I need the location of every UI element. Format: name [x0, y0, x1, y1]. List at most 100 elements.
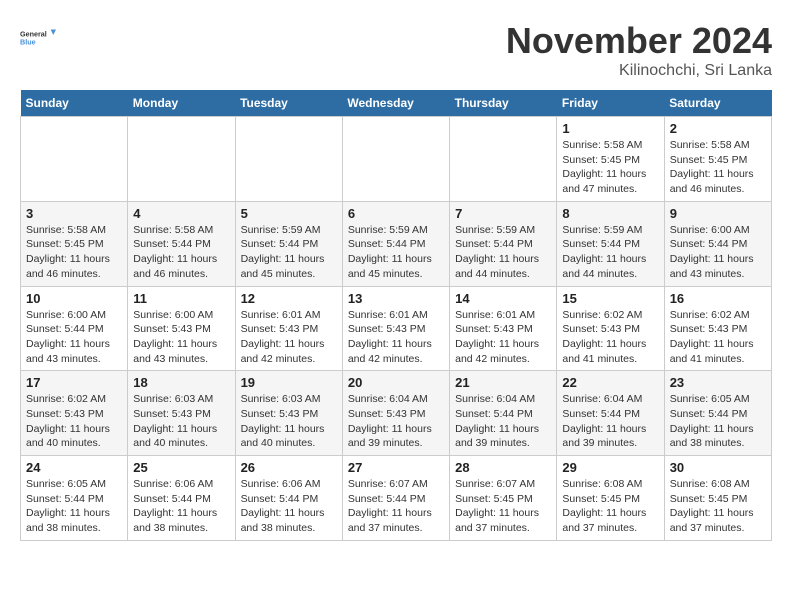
day-number: 29: [562, 460, 658, 475]
empty-cell: [235, 117, 342, 202]
week-row-2: 3 Sunrise: 5:58 AM Sunset: 5:45 PM Daylig…: [21, 201, 772, 286]
day-info: Sunrise: 6:06 AM Sunset: 5:44 PM Dayligh…: [241, 477, 337, 536]
day-number: 28: [455, 460, 551, 475]
day-number: 17: [26, 375, 122, 390]
day-number: 3: [26, 206, 122, 221]
day-info: Sunrise: 6:04 AM Sunset: 5:44 PM Dayligh…: [455, 392, 551, 451]
day-info: Sunrise: 5:59 AM Sunset: 5:44 PM Dayligh…: [241, 223, 337, 282]
day-number: 1: [562, 121, 658, 136]
day-info: Sunrise: 5:59 AM Sunset: 5:44 PM Dayligh…: [348, 223, 444, 282]
day-number: 26: [241, 460, 337, 475]
day-info: Sunrise: 6:07 AM Sunset: 5:44 PM Dayligh…: [348, 477, 444, 536]
day-number: 25: [133, 460, 229, 475]
day-info: Sunrise: 6:01 AM Sunset: 5:43 PM Dayligh…: [348, 308, 444, 367]
day-7: 7 Sunrise: 5:59 AM Sunset: 5:44 PM Daylig…: [450, 201, 557, 286]
logo-icon: General Blue: [20, 20, 56, 56]
day-number: 19: [241, 375, 337, 390]
header-tuesday: Tuesday: [235, 90, 342, 117]
day-4: 4 Sunrise: 5:58 AM Sunset: 5:44 PM Daylig…: [128, 201, 235, 286]
day-number: 4: [133, 206, 229, 221]
header-thursday: Thursday: [450, 90, 557, 117]
month-title: November 2024: [506, 20, 772, 62]
day-14: 14 Sunrise: 6:01 AM Sunset: 5:43 PM Dayli…: [450, 286, 557, 371]
day-info: Sunrise: 6:01 AM Sunset: 5:43 PM Dayligh…: [241, 308, 337, 367]
day-number: 14: [455, 291, 551, 306]
day-number: 18: [133, 375, 229, 390]
location-subtitle: Kilinochchi, Sri Lanka: [506, 62, 772, 80]
day-3: 3 Sunrise: 5:58 AM Sunset: 5:45 PM Daylig…: [21, 201, 128, 286]
day-5: 5 Sunrise: 5:59 AM Sunset: 5:44 PM Daylig…: [235, 201, 342, 286]
day-17: 17 Sunrise: 6:02 AM Sunset: 5:43 PM Dayli…: [21, 371, 128, 456]
empty-cell: [450, 117, 557, 202]
day-number: 11: [133, 291, 229, 306]
day-info: Sunrise: 5:59 AM Sunset: 5:44 PM Dayligh…: [455, 223, 551, 282]
logo: General Blue: [20, 20, 56, 56]
day-info: Sunrise: 6:00 AM Sunset: 5:43 PM Dayligh…: [133, 308, 229, 367]
day-11: 11 Sunrise: 6:00 AM Sunset: 5:43 PM Dayli…: [128, 286, 235, 371]
day-22: 22 Sunrise: 6:04 AM Sunset: 5:44 PM Dayli…: [557, 371, 664, 456]
day-number: 8: [562, 206, 658, 221]
day-number: 10: [26, 291, 122, 306]
day-number: 15: [562, 291, 658, 306]
day-info: Sunrise: 6:06 AM Sunset: 5:44 PM Dayligh…: [133, 477, 229, 536]
day-info: Sunrise: 6:02 AM Sunset: 5:43 PM Dayligh…: [26, 392, 122, 451]
day-number: 27: [348, 460, 444, 475]
day-number: 9: [670, 206, 766, 221]
day-29: 29Sunrise: 6:08 AM Sunset: 5:45 PM Dayli…: [557, 456, 664, 541]
header-friday: Friday: [557, 90, 664, 117]
day-info: Sunrise: 6:03 AM Sunset: 5:43 PM Dayligh…: [133, 392, 229, 451]
day-info: Sunrise: 5:58 AM Sunset: 5:44 PM Dayligh…: [133, 223, 229, 282]
day-number: 12: [241, 291, 337, 306]
day-27: 27 Sunrise: 6:07 AM Sunset: 5:44 PM Dayli…: [342, 456, 449, 541]
week-row-3: 10 Sunrise: 6:00 AM Sunset: 5:44 PM Dayli…: [21, 286, 772, 371]
day-info: Sunrise: 5:58 AM Sunset: 5:45 PM Dayligh…: [26, 223, 122, 282]
day-number: 22: [562, 375, 658, 390]
day-number: 23: [670, 375, 766, 390]
day-26: 26 Sunrise: 6:06 AM Sunset: 5:44 PM Dayli…: [235, 456, 342, 541]
day-info: Sunrise: 6:02 AM Sunset: 5:43 PM Dayligh…: [562, 308, 658, 367]
day-info: Sunrise: 6:04 AM Sunset: 5:43 PM Dayligh…: [348, 392, 444, 451]
empty-cell: [128, 117, 235, 202]
svg-text:General: General: [20, 30, 47, 39]
day-12: 12 Sunrise: 6:01 AM Sunset: 5:43 PM Dayli…: [235, 286, 342, 371]
day-number: 7: [455, 206, 551, 221]
day-number: 6: [348, 206, 444, 221]
day-8: 8 Sunrise: 5:59 AM Sunset: 5:44 PM Daylig…: [557, 201, 664, 286]
header-monday: Monday: [128, 90, 235, 117]
day-info: Sunrise: 6:00 AM Sunset: 5:44 PM Dayligh…: [26, 308, 122, 367]
svg-text:Blue: Blue: [20, 38, 36, 47]
title-block: November 2024 Kilinochchi, Sri Lanka: [506, 20, 772, 80]
day-21: 21Sunrise: 6:04 AM Sunset: 5:44 PM Dayli…: [450, 371, 557, 456]
header-wednesday: Wednesday: [342, 90, 449, 117]
day-1: 1 Sunrise: 5:58 AM Sunset: 5:45 PM Daylig…: [557, 117, 664, 202]
day-info: Sunrise: 6:05 AM Sunset: 5:44 PM Dayligh…: [26, 477, 122, 536]
day-19: 19 Sunrise: 6:03 AM Sunset: 5:43 PM Dayli…: [235, 371, 342, 456]
day-info: Sunrise: 5:58 AM Sunset: 5:45 PM Dayligh…: [562, 138, 658, 197]
day-9: 9 Sunrise: 6:00 AM Sunset: 5:44 PM Daylig…: [664, 201, 771, 286]
day-18: 18 Sunrise: 6:03 AM Sunset: 5:43 PM Dayli…: [128, 371, 235, 456]
day-10: 10 Sunrise: 6:00 AM Sunset: 5:44 PM Dayli…: [21, 286, 128, 371]
week-row-4: 17 Sunrise: 6:02 AM Sunset: 5:43 PM Dayli…: [21, 371, 772, 456]
week-row-1: 1 Sunrise: 5:58 AM Sunset: 5:45 PM Daylig…: [21, 117, 772, 202]
day-24: 24Sunrise: 6:05 AM Sunset: 5:44 PM Dayli…: [21, 456, 128, 541]
day-30: 30Sunrise: 6:08 AM Sunset: 5:45 PM Dayli…: [664, 456, 771, 541]
day-16: 16 Sunrise: 6:02 AM Sunset: 5:43 PM Dayli…: [664, 286, 771, 371]
day-number: 30: [670, 460, 766, 475]
day-6: 6 Sunrise: 5:59 AM Sunset: 5:44 PM Daylig…: [342, 201, 449, 286]
day-info: Sunrise: 6:05 AM Sunset: 5:44 PM Dayligh…: [670, 392, 766, 451]
day-info: Sunrise: 5:59 AM Sunset: 5:44 PM Dayligh…: [562, 223, 658, 282]
day-28: 28 Sunrise: 6:07 AM Sunset: 5:45 PM Dayli…: [450, 456, 557, 541]
day-info: Sunrise: 6:02 AM Sunset: 5:43 PM Dayligh…: [670, 308, 766, 367]
day-25: 25 Sunrise: 6:06 AM Sunset: 5:44 PM Dayli…: [128, 456, 235, 541]
week-row-5: 24Sunrise: 6:05 AM Sunset: 5:44 PM Dayli…: [21, 456, 772, 541]
day-info: Sunrise: 6:00 AM Sunset: 5:44 PM Dayligh…: [670, 223, 766, 282]
day-20: 20Sunrise: 6:04 AM Sunset: 5:43 PM Dayli…: [342, 371, 449, 456]
day-info: Sunrise: 6:01 AM Sunset: 5:43 PM Dayligh…: [455, 308, 551, 367]
header-sunday: Sunday: [21, 90, 128, 117]
day-number: 16: [670, 291, 766, 306]
day-info: Sunrise: 6:07 AM Sunset: 5:45 PM Dayligh…: [455, 477, 551, 536]
day-info: Sunrise: 6:03 AM Sunset: 5:43 PM Dayligh…: [241, 392, 337, 451]
day-info: Sunrise: 6:04 AM Sunset: 5:44 PM Dayligh…: [562, 392, 658, 451]
day-number: 2: [670, 121, 766, 136]
day-number: 5: [241, 206, 337, 221]
